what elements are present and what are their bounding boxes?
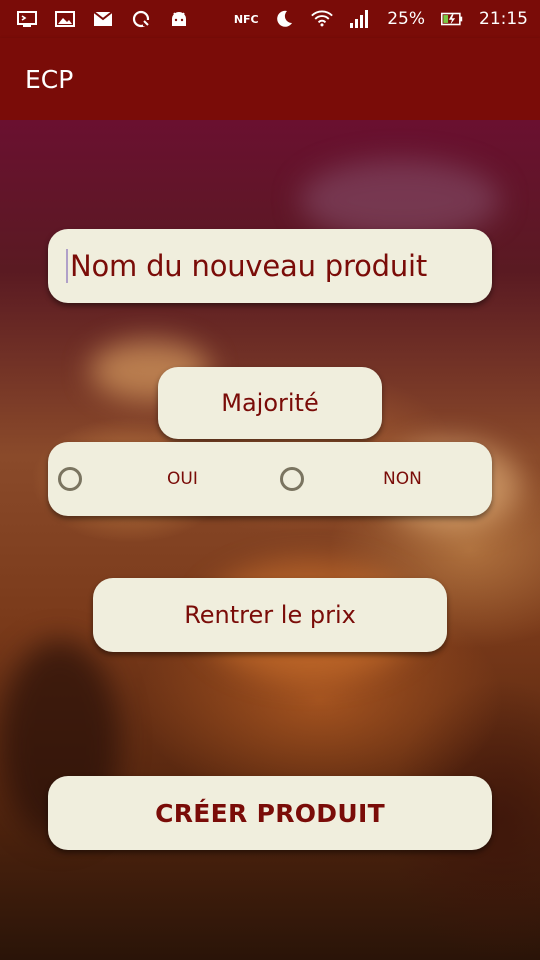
- sync-icon: [130, 9, 152, 29]
- battery-charging-icon: [441, 9, 463, 29]
- clock: 21:15: [479, 9, 528, 29]
- app-title: ECP: [25, 64, 74, 94]
- background-light: [300, 160, 500, 240]
- majority-radio-group: OUI NON: [48, 442, 492, 516]
- radio-non[interactable]: NON: [280, 442, 490, 516]
- system-icons: NFC 25% 21:15: [233, 9, 528, 29]
- battery-percentage: 25%: [387, 9, 425, 29]
- usb-debug-icon: [16, 9, 38, 29]
- image-icon: [54, 9, 76, 29]
- majority-label: Majorité: [158, 367, 382, 439]
- gmail-icon: [92, 9, 114, 29]
- wifi-icon: [311, 9, 334, 29]
- android-icon: [168, 9, 190, 29]
- app-bar: ECP: [0, 38, 540, 120]
- signal-icon: [349, 9, 371, 29]
- create-product-button[interactable]: CRÉER PRODUIT: [48, 776, 492, 850]
- nfc-icon: NFC: [233, 12, 259, 26]
- product-name-text: Nom du nouveau produit: [66, 249, 427, 283]
- radio-non-label: NON: [383, 469, 422, 489]
- radio-oui[interactable]: OUI: [58, 442, 258, 516]
- moon-icon: [273, 9, 295, 29]
- radio-circle-icon[interactable]: [58, 467, 82, 491]
- price-input[interactable]: Rentrer le prix: [93, 578, 447, 652]
- status-bar: NFC 25% 21:15: [0, 0, 540, 38]
- notification-icons: [16, 9, 190, 29]
- radio-circle-icon[interactable]: [280, 467, 304, 491]
- product-name-input[interactable]: Nom du nouveau produit: [48, 229, 492, 303]
- radio-oui-label: OUI: [167, 469, 198, 489]
